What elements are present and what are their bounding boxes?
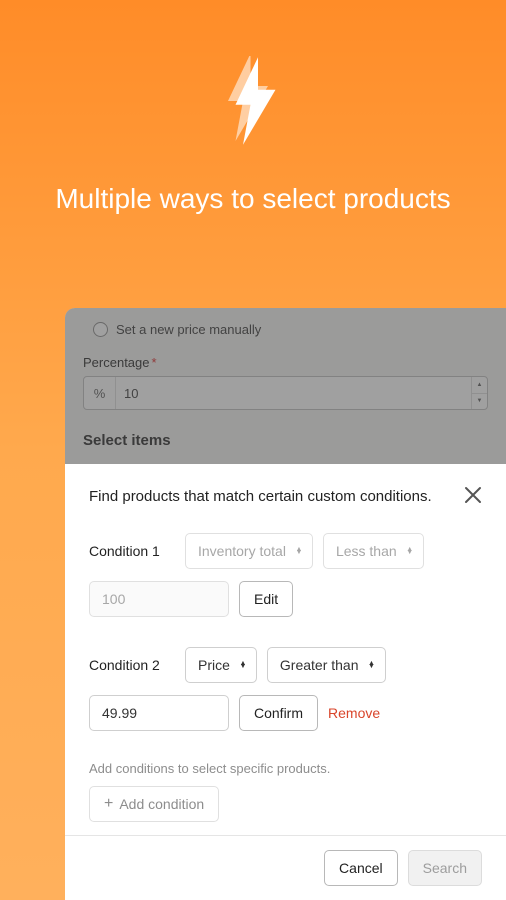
condition-2-label: Condition 2 <box>89 657 175 673</box>
condition-2-field-select[interactable]: Price ▲▼ <box>185 647 257 683</box>
condition-2-operator-select[interactable]: Greater than ▲▼ <box>267 647 386 683</box>
cancel-button[interactable]: Cancel <box>324 850 398 886</box>
backdrop-overlay <box>65 308 506 471</box>
remove-link[interactable]: Remove <box>328 705 380 721</box>
conditions-modal: Find products that match certain custom … <box>65 464 506 900</box>
lightning-bolt-icon <box>223 56 283 146</box>
close-icon[interactable] <box>464 486 482 504</box>
hero-title: Multiple ways to select products <box>15 180 490 218</box>
select-arrows-icon: ▲▼ <box>405 548 415 555</box>
condition-1-operator-select: Less than ▲▼ <box>323 533 424 569</box>
select-arrows-icon: ▲▼ <box>367 662 377 669</box>
condition-1-label: Condition 1 <box>89 543 175 559</box>
select-arrows-icon: ▲▼ <box>294 548 304 555</box>
search-button[interactable]: Search <box>408 850 482 886</box>
confirm-button[interactable]: Confirm <box>239 695 318 731</box>
condition-2-value-input[interactable]: 49.99 <box>89 695 229 731</box>
condition-1-field-select: Inventory total ▲▼ <box>185 533 313 569</box>
select-arrows-icon: ▲▼ <box>238 662 248 669</box>
edit-button[interactable]: Edit <box>239 581 293 617</box>
add-condition-button[interactable]: + Add condition <box>89 786 219 822</box>
condition-1-value-input: 100 <box>89 581 229 617</box>
conditions-help-text: Add conditions to select specific produc… <box>89 761 482 776</box>
modal-title: Find products that match certain custom … <box>89 486 432 507</box>
plus-icon: + <box>104 796 113 812</box>
